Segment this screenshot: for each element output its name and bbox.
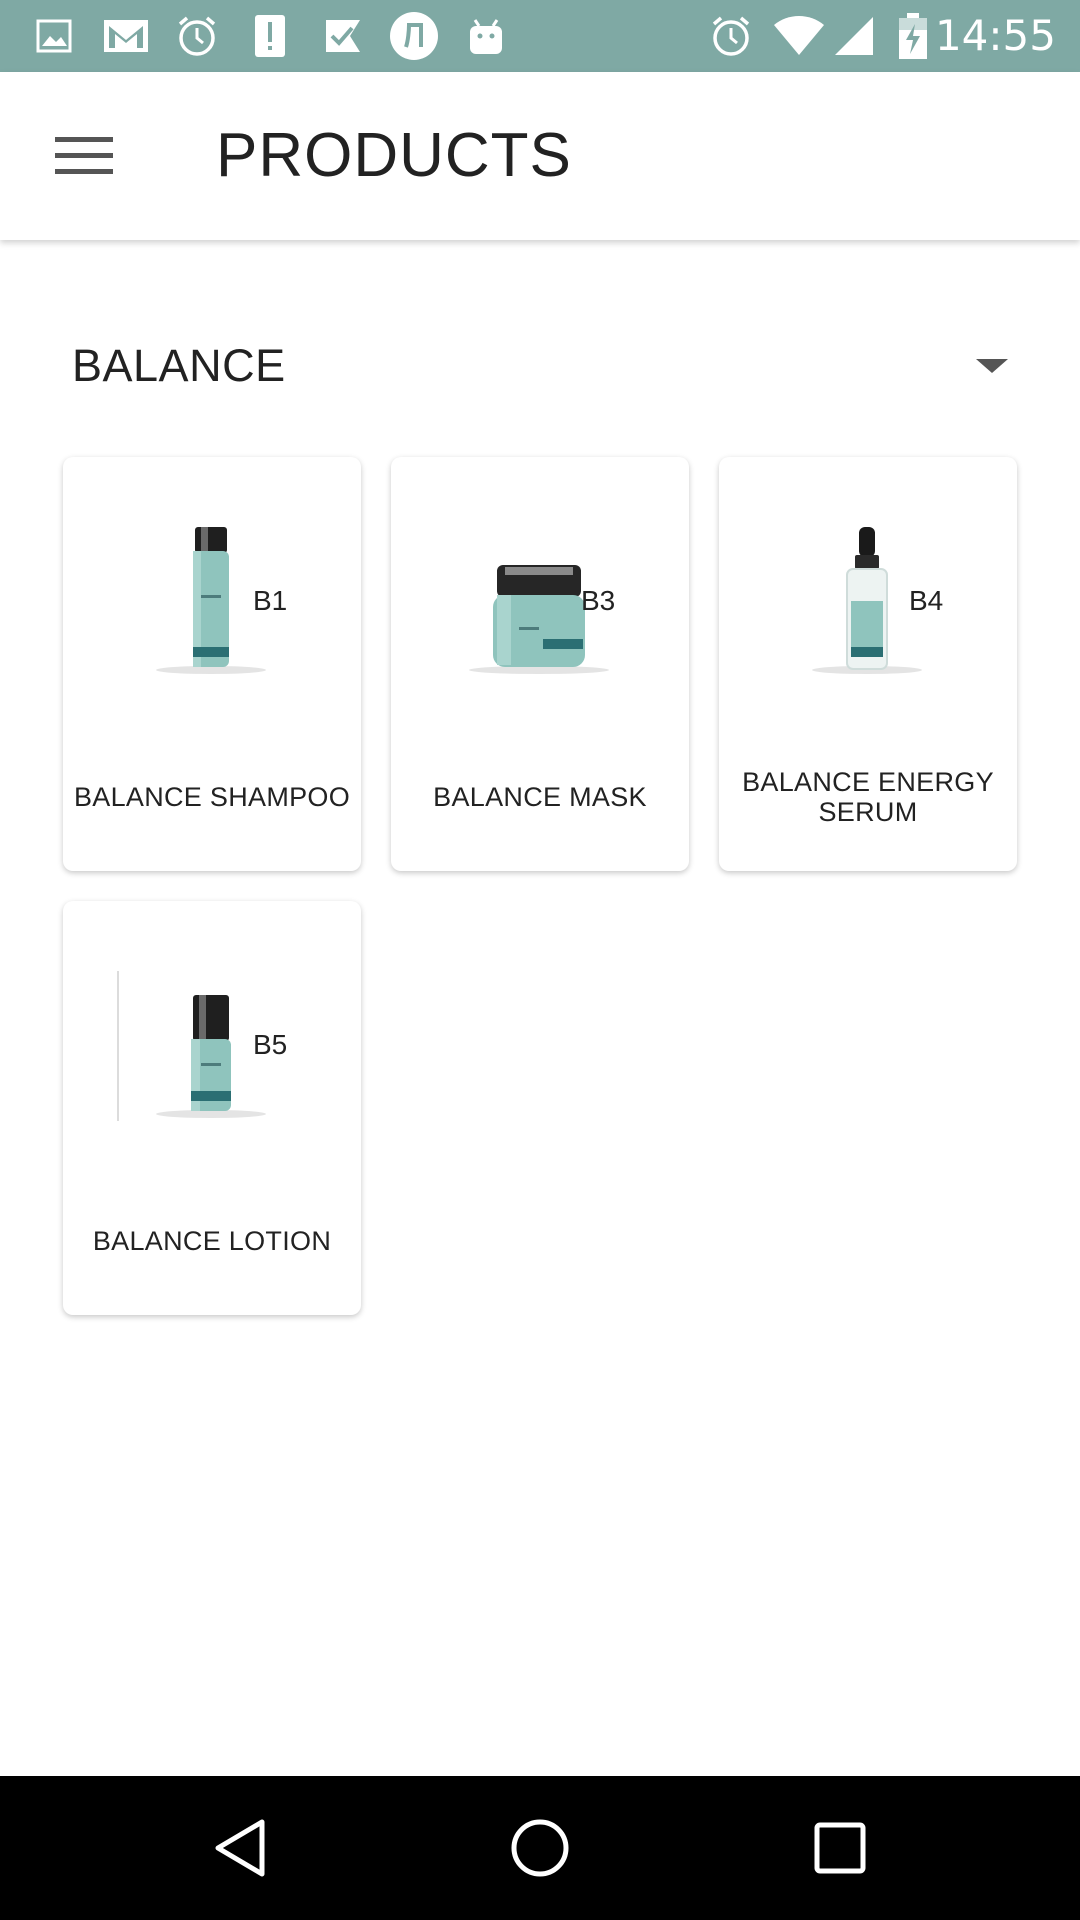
- home-icon[interactable]: [504, 1812, 576, 1884]
- product-name: BALANCE SHAMPOO: [73, 782, 351, 812]
- product-code: B4: [909, 585, 944, 616]
- category-dropdown[interactable]: BALANCE: [72, 320, 1022, 412]
- product-card-b5[interactable]: B5 BALANCE LOTION: [63, 901, 361, 1315]
- image-icon: [34, 12, 74, 60]
- android-icon: [466, 12, 506, 60]
- product-card-b1[interactable]: B1 BALANCE SHAMPOO: [63, 457, 361, 871]
- navigation-bar: [0, 1776, 1080, 1920]
- check-flag-icon: [320, 12, 366, 60]
- wifi-icon: [774, 12, 824, 60]
- product-code: B5: [253, 1029, 288, 1060]
- product-card-b3[interactable]: B3 BALANCE MASK: [391, 457, 689, 871]
- hamburger-menu-icon[interactable]: [40, 112, 128, 200]
- category-label: BALANCE: [72, 340, 286, 391]
- status-bar: 14:55: [0, 0, 1080, 72]
- app-bar: PRODUCTS: [0, 72, 1080, 240]
- product-code: B3: [581, 585, 616, 616]
- mail-icon: [100, 12, 152, 60]
- product-code: B1: [253, 585, 288, 616]
- signal-icon: [832, 12, 876, 60]
- dropdown-arrow-icon[interactable]: [972, 346, 1012, 386]
- product-name: BALANCE ENERGY SERUM: [742, 767, 994, 827]
- back-icon[interactable]: [204, 1812, 276, 1884]
- page-title: PRODUCTS: [216, 121, 572, 190]
- status-clock: 14:55: [934, 11, 1056, 60]
- product-card-b4[interactable]: B4 BALANCE ENERGY SERUM: [719, 457, 1017, 871]
- alarm-icon: [174, 12, 220, 60]
- recents-icon[interactable]: [804, 1812, 876, 1884]
- alert-icon: [252, 12, 288, 60]
- battery-charging-icon: [896, 12, 930, 60]
- alarm-icon: [708, 12, 754, 60]
- badge-icon: [388, 12, 440, 60]
- product-name: BALANCE MASK: [433, 782, 647, 812]
- product-name: BALANCE LOTION: [92, 1226, 332, 1256]
